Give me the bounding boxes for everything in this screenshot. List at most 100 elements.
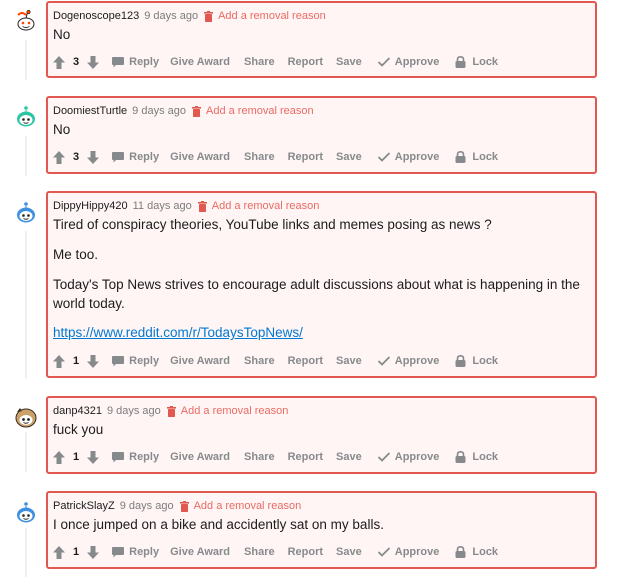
username[interactable]: Dogenoscope123	[53, 10, 139, 22]
save-button[interactable]: Save	[336, 546, 362, 558]
report-button[interactable]: Report	[288, 451, 323, 463]
share-button[interactable]: Share	[244, 151, 275, 163]
lock-label: Lock	[472, 151, 499, 163]
avatar[interactable]	[13, 200, 39, 226]
vote-score: 1	[73, 546, 80, 558]
share-button[interactable]: Share	[244, 451, 275, 463]
comment-body: Me too.	[53, 245, 589, 264]
username[interactable]: danp4321	[53, 405, 102, 417]
approve-button[interactable]: Approve	[377, 56, 439, 68]
give-award-button[interactable]: Give Award	[170, 151, 230, 163]
timestamp[interactable]: 11 days ago	[133, 200, 192, 212]
reply-button[interactable]: Reply	[112, 355, 159, 367]
save-button[interactable]: Save	[336, 451, 362, 463]
lock-button[interactable]: Lock	[455, 451, 498, 463]
reply-button[interactable]: Reply	[112, 451, 159, 463]
upvote-arrow-icon[interactable]	[53, 150, 65, 164]
timestamp[interactable]: 9 days ago	[132, 105, 186, 117]
save-button[interactable]: Save	[336, 355, 362, 367]
comment-bubble-icon	[112, 151, 125, 162]
reply-button[interactable]: Reply	[112, 56, 159, 68]
timestamp[interactable]: 9 days ago	[144, 10, 198, 22]
comment-removed: DippyHippy420 11 days ago Add a removal …	[46, 191, 597, 378]
add-removal-reason-link[interactable]: Add a removal reason	[218, 10, 326, 22]
downvote-arrow-icon[interactable]	[87, 545, 100, 559]
add-removal-reason-link[interactable]: Add a removal reason	[212, 200, 320, 212]
username[interactable]: DoomiestTurtle	[53, 105, 127, 117]
share-button[interactable]: Share	[244, 546, 275, 558]
comment-removed: PatrickSlayZ 9 days ago Add a removal re…	[46, 491, 597, 569]
downvote-arrow-icon[interactable]	[87, 150, 100, 164]
upvote-arrow-icon[interactable]	[53, 55, 65, 69]
give-award-button[interactable]: Give Award	[170, 56, 230, 68]
report-button[interactable]: Report	[288, 546, 323, 558]
upvote-arrow-icon[interactable]	[53, 450, 65, 464]
lock-button[interactable]: Lock	[455, 56, 498, 68]
thread-line[interactable]	[25, 136, 27, 176]
save-button[interactable]: Save	[336, 56, 362, 68]
avatar[interactable]	[13, 8, 39, 34]
add-removal-reason-link[interactable]: Add a removal reason	[206, 105, 314, 117]
downvote-arrow-icon[interactable]	[87, 450, 100, 464]
thread-line[interactable]	[25, 528, 27, 577]
reply-button[interactable]: Reply	[112, 546, 159, 558]
avatar-teal-snoo-icon	[13, 104, 39, 130]
lock-button[interactable]: Lock	[455, 355, 498, 367]
downvote-arrow-icon[interactable]	[87, 354, 100, 368]
avatar[interactable]	[13, 500, 39, 526]
give-award-button[interactable]: Give Award	[170, 546, 230, 558]
thread-line[interactable]	[25, 231, 27, 379]
reply-label: Reply	[129, 151, 160, 163]
approve-button[interactable]: Approve	[377, 546, 439, 558]
lock-button[interactable]: Lock	[455, 546, 498, 558]
downvote-arrow-icon[interactable]	[87, 55, 100, 69]
reply-label: Reply	[129, 355, 160, 367]
add-removal-reason-link[interactable]: Add a removal reason	[181, 405, 289, 417]
avatar-brown-snoo-icon	[13, 404, 39, 430]
subreddit-link[interactable]: https://www.reddit.com/r/TodaysTopNews/	[53, 325, 303, 340]
comment-meta: Dogenoscope123 9 days ago Add a removal …	[53, 9, 326, 23]
share-button[interactable]: Share	[244, 56, 275, 68]
report-button[interactable]: Report	[288, 151, 323, 163]
lock-icon	[455, 151, 466, 163]
avatar[interactable]	[13, 404, 39, 430]
upvote-arrow-icon[interactable]	[53, 354, 65, 368]
username[interactable]: PatrickSlayZ	[53, 500, 115, 512]
approve-button[interactable]: Approve	[377, 151, 439, 163]
vote-score: 3	[73, 151, 80, 163]
approve-label: Approve	[394, 451, 440, 463]
timestamp[interactable]: 9 days ago	[107, 405, 161, 417]
report-button[interactable]: Report	[288, 56, 323, 68]
give-award-button[interactable]: Give Award	[170, 355, 230, 367]
comment-actions: 3 Reply Give Award Share Report Save App…	[53, 148, 498, 166]
give-award-button[interactable]: Give Award	[170, 451, 230, 463]
report-button[interactable]: Report	[288, 355, 323, 367]
trash-icon	[204, 10, 214, 22]
thread-line[interactable]	[25, 432, 27, 472]
comment-paragraph: Tired of conspiracy theories, YouTube li…	[53, 217, 492, 232]
comment-meta: PatrickSlayZ 9 days ago Add a removal re…	[53, 499, 301, 513]
checkmark-icon	[377, 356, 390, 366]
username[interactable]: DippyHippy420	[53, 200, 128, 212]
lock-button[interactable]: Lock	[455, 151, 498, 163]
upvote-arrow-icon[interactable]	[53, 545, 65, 559]
comment-body: https://www.reddit.com/r/TodaysTopNews/	[53, 323, 589, 342]
comment-paragraph: fuck you	[53, 422, 104, 437]
approve-button[interactable]: Approve	[377, 355, 439, 367]
approve-button[interactable]: Approve	[377, 451, 440, 463]
avatar[interactable]	[13, 104, 39, 130]
save-button[interactable]: Save	[336, 151, 362, 163]
trash-icon	[179, 500, 189, 512]
comment-body: Today's Top News strives to encourage ad…	[53, 275, 589, 313]
comment-body: I once jumped on a bike and accidently s…	[53, 515, 589, 534]
lock-label: Lock	[472, 451, 499, 463]
add-removal-reason-link[interactable]: Add a removal reason	[194, 500, 302, 512]
timestamp[interactable]: 9 days ago	[120, 500, 174, 512]
checkmark-icon	[377, 547, 390, 557]
thread-line[interactable]	[25, 40, 27, 80]
comment-thread: Dogenoscope123 9 days ago Add a removal …	[0, 0, 639, 577]
comment-body: Tired of conspiracy theories, YouTube li…	[53, 215, 589, 234]
share-button[interactable]: Share	[244, 355, 275, 367]
reply-label: Reply	[129, 546, 160, 558]
reply-button[interactable]: Reply	[112, 151, 159, 163]
